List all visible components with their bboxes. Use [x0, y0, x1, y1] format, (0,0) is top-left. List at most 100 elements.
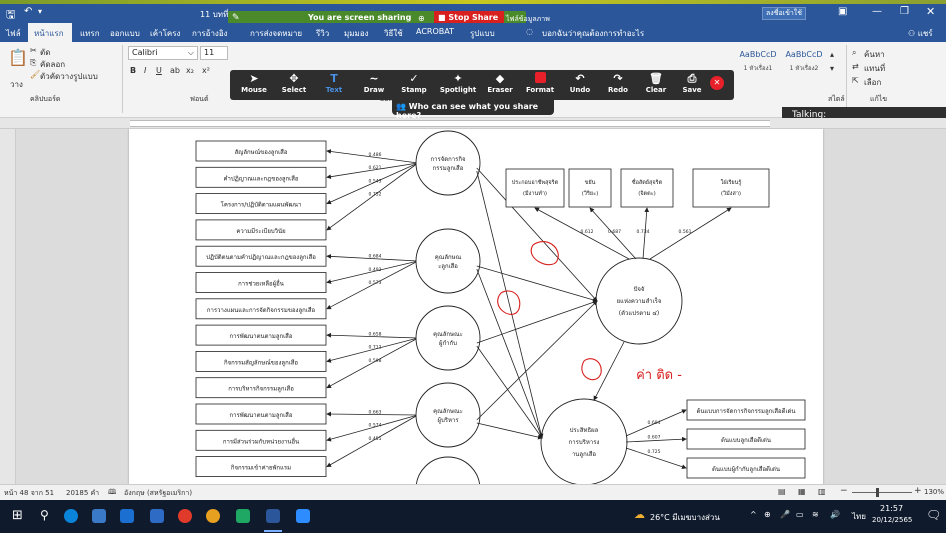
zoom-out-icon[interactable]: − — [840, 486, 848, 496]
replace-icon[interactable]: ⇄ — [852, 62, 859, 71]
tab-design[interactable]: ออกแบบ — [110, 27, 140, 40]
format-painter-icon[interactable]: 🖌 — [30, 70, 40, 79]
word-count[interactable]: 20185 คำ — [66, 488, 99, 499]
vertical-ruler[interactable] — [0, 129, 16, 484]
clock-time[interactable]: 21:57 — [880, 504, 903, 513]
volume-icon[interactable]: 🔊 — [830, 510, 840, 519]
tab-acrobat[interactable]: ACROBAT — [416, 27, 454, 36]
share-options-icon[interactable]: ⊕ — [418, 14, 425, 23]
find-button[interactable]: ค้นหา — [864, 48, 885, 61]
tab-view[interactable]: มุมมอง — [344, 27, 369, 40]
minimize-icon[interactable]: — — [872, 6, 882, 17]
draw-tool[interactable]: ∼ Draw — [352, 72, 396, 94]
styles-scroll-down-icon[interactable]: ▾ — [830, 64, 834, 73]
close-icon[interactable]: ✕ — [926, 5, 935, 18]
select-icon[interactable]: ⇱ — [852, 76, 859, 85]
mouse-tool[interactable]: ➤ Mouse — [232, 72, 276, 94]
print-layout-icon[interactable]: ▦ — [798, 487, 806, 496]
page-count[interactable]: หน้า 48 จาก 51 — [4, 488, 54, 499]
paste-button[interactable]: วาง — [10, 78, 23, 91]
tab-file[interactable]: ไฟล์ — [6, 27, 21, 40]
maximize-icon[interactable]: ❐ — [900, 6, 909, 17]
who-can-see-banner[interactable]: 👥 Who can see what you share here? — [392, 100, 554, 120]
task-view-icon[interactable] — [92, 509, 106, 523]
copy-icon[interactable]: ⎘ — [30, 58, 36, 68]
font-size-select[interactable]: 11 — [200, 46, 228, 60]
language-status[interactable]: อังกฤษ (สหรัฐอเมริกา) — [124, 488, 192, 499]
zoom-level[interactable]: 130% — [924, 488, 944, 496]
indicator-box-label: (จิตตะ) — [638, 190, 656, 197]
italic-button[interactable]: I — [144, 66, 146, 75]
horizontal-ruler[interactable] — [0, 118, 946, 129]
ribbon-display-icon[interactable]: ▣ — [838, 6, 847, 17]
style-heading2[interactable]: AaBbCcD 1 หัวเรื่อง2 — [782, 50, 826, 90]
tab-insert[interactable]: แทรก — [80, 27, 100, 40]
undo-icon[interactable]: ↶ — [24, 6, 32, 17]
search-icon[interactable]: ⚲ — [40, 508, 49, 522]
chrome-icon[interactable] — [206, 509, 220, 523]
tab-mailings[interactable]: การส่งจดหมาย — [250, 27, 302, 40]
tab-home[interactable]: หน้าแรก — [34, 27, 64, 40]
proofing-icon[interactable]: 🕮 — [108, 488, 116, 499]
zoom-slider-thumb[interactable] — [876, 488, 879, 497]
superscript-button[interactable]: x² — [202, 66, 210, 75]
camera-icon[interactable]: ▭ — [796, 510, 804, 519]
bold-button[interactable]: B — [130, 66, 136, 75]
input-language[interactable]: ไทย — [852, 510, 866, 523]
notification-icon[interactable]: 🗨 — [926, 508, 941, 522]
tab-help[interactable]: วิธีใช้ — [384, 27, 403, 40]
strikethrough-button[interactable]: ab — [170, 66, 180, 75]
eraser-tool[interactable]: ◆ Eraser — [478, 72, 522, 94]
style-heading1[interactable]: AaBbCcD 1 หัวเรื่อง1 — [736, 50, 780, 90]
mic-icon[interactable]: 🎤 — [780, 510, 790, 519]
underline-button[interactable]: U — [156, 66, 162, 75]
replace-button[interactable]: แทนที่ — [864, 62, 885, 75]
windows-start-icon[interactable]: ⊞ — [12, 508, 23, 523]
tab-references[interactable]: การอ้างอิง — [192, 27, 228, 40]
web-layout-icon[interactable]: ▥ — [818, 487, 826, 496]
loading-label: 0.574 — [369, 423, 382, 429]
ribbon-tabs: ไฟล์ หน้าแรก แทรก ออกแบบ เค้าโครง การอ้า… — [0, 23, 946, 42]
close-toolbar-icon[interactable]: ✕ — [710, 76, 724, 90]
network-icon[interactable]: ⊕ — [764, 510, 771, 519]
cut-icon[interactable]: ✂ — [30, 46, 37, 55]
styles-scroll-up-icon[interactable]: ▴ — [830, 50, 834, 59]
tray-chevron-icon[interactable]: ^ — [750, 510, 757, 519]
tab-layout[interactable]: เค้าโครง — [150, 27, 180, 40]
wifi-icon[interactable]: ≋ — [812, 510, 819, 519]
document-page[interactable]: สัญลักษณ์ของลูกเสือ 0.486 คำปฏิญาณและกฎของ… — [129, 129, 823, 484]
signin-button[interactable]: ลงชื่อเข้าใช้ — [762, 7, 806, 20]
tab-format[interactable]: รูปแบบ — [470, 27, 495, 40]
edge-icon[interactable] — [64, 509, 78, 523]
subscript-button[interactable]: x₂ — [186, 66, 194, 75]
paste-icon[interactable]: 📋 — [8, 48, 28, 80]
tell-me-input[interactable]: บอกฉันว่าคุณต้องการทำอะไร — [542, 27, 644, 40]
indicator-loading: 0.734 — [637, 229, 650, 235]
store-icon[interactable] — [120, 509, 134, 523]
spotlight-tool[interactable]: ✦ Spotlight — [436, 72, 480, 94]
stamp-tool[interactable]: ✓ Stamp — [392, 72, 436, 94]
quick-access-chevron-icon[interactable]: ▾ — [38, 7, 42, 16]
line-icon[interactable] — [236, 509, 250, 523]
weather-text[interactable]: 26°C มีเมฆบางส่วน — [650, 511, 720, 524]
document-area[interactable]: สัญลักษณ์ของลูกเสือ 0.486 คำปฏิญาณและกฎของ… — [16, 129, 946, 484]
find-icon[interactable]: ⌕ — [852, 48, 856, 58]
format-tool[interactable]: Format — [518, 72, 562, 94]
format-painter-button[interactable]: ตัวคัดวางรูปแบบ — [40, 70, 98, 83]
zoom-app-icon[interactable] — [150, 509, 164, 523]
save-tool[interactable]: ⎙ Save — [670, 72, 714, 94]
zoom-slider[interactable] — [852, 492, 912, 493]
clock-date[interactable]: 20/12/2565 — [872, 516, 912, 524]
font-name-select[interactable]: Calibri ⌵ — [128, 46, 198, 60]
text-tool[interactable]: T Text — [312, 72, 356, 94]
zoom-in-icon[interactable]: + — [914, 486, 922, 496]
select-button[interactable]: เลือก — [864, 76, 881, 89]
weather-icon[interactable]: ☁ — [634, 508, 645, 521]
media-icon[interactable] — [178, 509, 192, 523]
read-mode-icon[interactable]: ▤ — [778, 487, 786, 496]
share-button[interactable]: ⚇ แชร์ — [908, 27, 933, 40]
meeting-icon[interactable] — [296, 509, 310, 523]
word-icon[interactable] — [266, 509, 280, 523]
tab-review[interactable]: รีวิว — [316, 27, 329, 40]
select-tool[interactable]: ✥ Select — [272, 72, 316, 94]
